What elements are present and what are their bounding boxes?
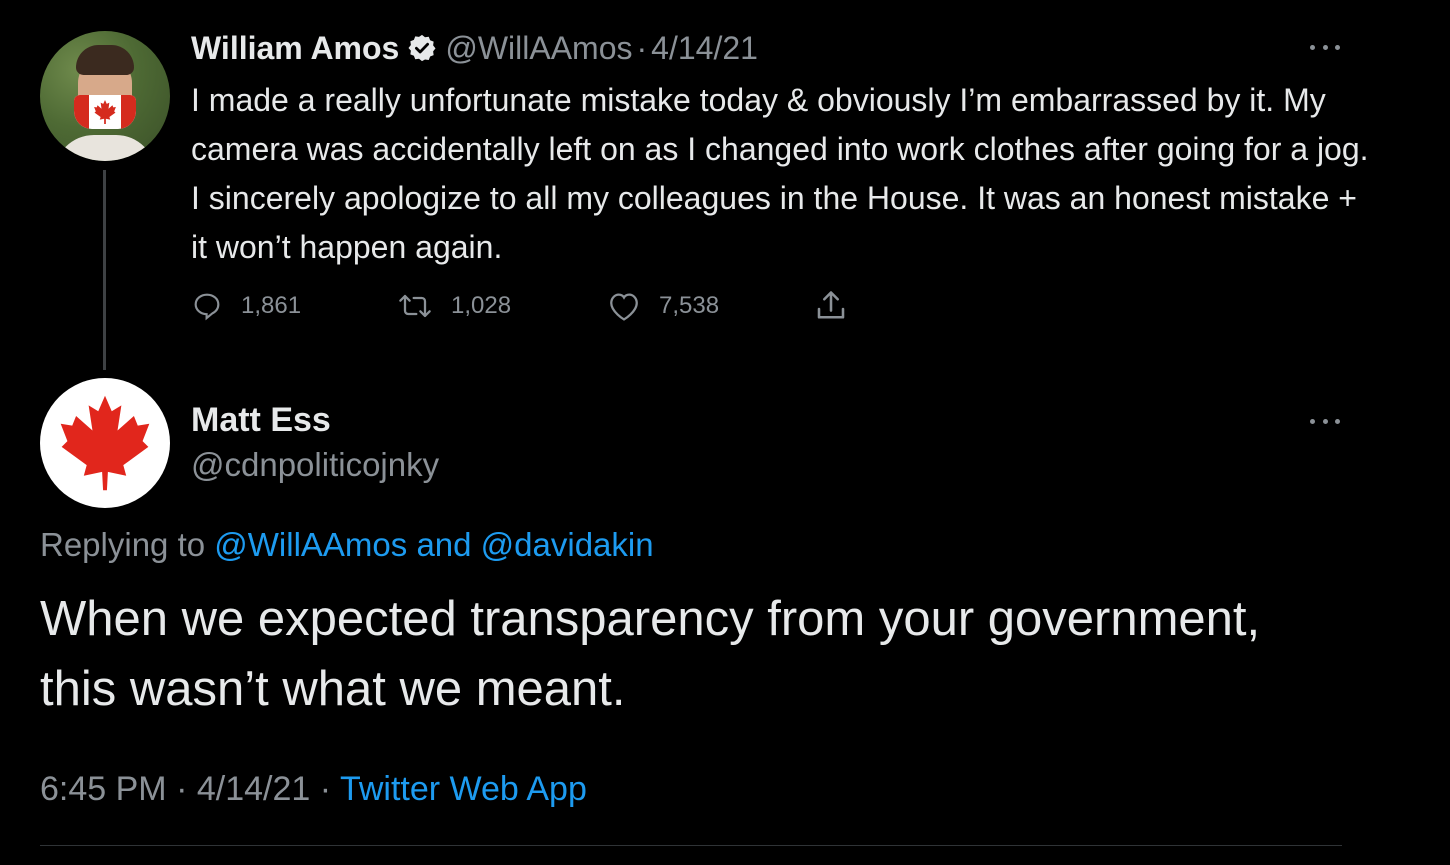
separator-dot: · — [636, 29, 648, 66]
retweet-button[interactable]: 1,028 — [397, 288, 511, 324]
tweet-source-link[interactable]: Twitter Web App — [340, 770, 587, 808]
tweet-date[interactable]: 4/14/21 — [197, 770, 310, 808]
reply-count: 1,861 — [241, 292, 302, 319]
like-icon — [610, 293, 638, 321]
reply-tweet-text: When we expected transparency from your … — [40, 592, 1261, 716]
separator-dot: · — [176, 770, 188, 808]
handle[interactable]: @cdnpoliticojnky — [191, 446, 439, 484]
tweet-time[interactable]: 6:45 PM — [40, 770, 167, 808]
maple-leaf-icon — [60, 395, 150, 491]
display-name[interactable]: Matt Ess — [191, 401, 331, 440]
reply-button[interactable]: 1,861 — [191, 288, 301, 324]
replying-prefix: Replying to — [40, 526, 215, 563]
verified-badge-icon — [408, 34, 436, 62]
canada-flag-mask — [74, 95, 136, 129]
avatar-william-amos[interactable] — [40, 31, 170, 161]
replying-to-line: Replying to @WillAAmos and @davidakin — [40, 526, 654, 564]
avatar-hair — [76, 45, 134, 75]
reply-icon — [194, 293, 220, 321]
maple-leaf-icon — [94, 100, 116, 124]
share-button[interactable] — [813, 288, 867, 324]
retweet-count: 1,028 — [451, 292, 512, 319]
more-icon[interactable] — [1310, 416, 1340, 426]
display-name[interactable]: William Amos — [191, 30, 399, 67]
avatar-shirt — [54, 135, 156, 161]
handle[interactable]: @WillAAmos — [445, 30, 632, 67]
tweet-thread-page: William Amos @WillAAmos · 4/14/21 I made… — [0, 0, 1450, 865]
like-count: 7,538 — [659, 292, 720, 319]
like-button[interactable]: 7,538 — [607, 288, 719, 324]
share-icon — [817, 291, 845, 319]
avatar-matt-ess[interactable] — [40, 378, 170, 508]
separator-dot: · — [319, 770, 332, 808]
divider — [40, 845, 1342, 846]
tweet-date[interactable]: 4/14/21 — [651, 30, 758, 67]
parent-tweet-header: William Amos @WillAAmos · 4/14/21 — [191, 26, 758, 70]
replying-to-link[interactable]: @WillAAmos and @davidakin — [214, 526, 653, 563]
thread-connector-line — [103, 170, 106, 370]
more-icon[interactable] — [1310, 42, 1340, 52]
retweet-icon — [399, 294, 431, 318]
parent-tweet-text: I made a really unfortunate mistake toda… — [191, 82, 1369, 265]
tweet-metadata: 6:45 PM · 4/14/21 · Twitter Web App — [40, 770, 587, 809]
